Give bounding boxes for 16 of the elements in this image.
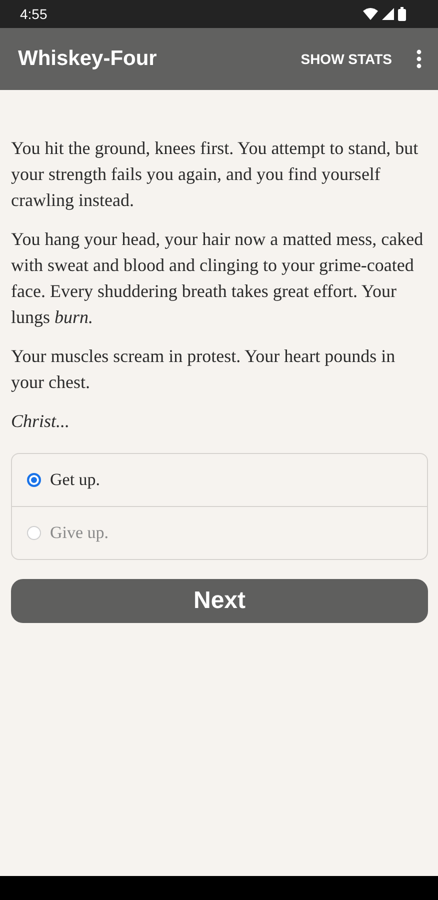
app-title: Whiskey-Four: [18, 47, 158, 71]
show-stats-button[interactable]: SHOW STATS: [296, 45, 396, 73]
battery-icon: [398, 7, 406, 21]
choice-label: Give up.: [50, 523, 109, 543]
next-button[interactable]: Next: [11, 579, 428, 623]
more-options-icon[interactable]: [416, 49, 422, 69]
choice-label: Get up.: [50, 470, 100, 490]
story-paragraph: Christ...: [11, 410, 71, 433]
wifi-icon: [363, 8, 378, 20]
cellular-signal-icon: [382, 8, 394, 20]
story-paragraph: Your muscles scream in protest. Your heart pounds in your chest.: [11, 345, 396, 394]
radio-button[interactable]: [27, 473, 41, 487]
story-paragraph: You hit the ground, knees first. You attempt to stand, but your strength fails you again, and you find yourself crawling instead.: [11, 137, 420, 212]
choice-option[interactable]: Get up.: [12, 454, 427, 506]
story-paragraph: You hang your head, your hair now a matted mess, caked with sweat and blood and clinging to your grime-coated face. Every shuddering breath takes great effort. Your lungs burn.: [11, 228, 424, 329]
clock-time: 4:55: [20, 6, 48, 22]
